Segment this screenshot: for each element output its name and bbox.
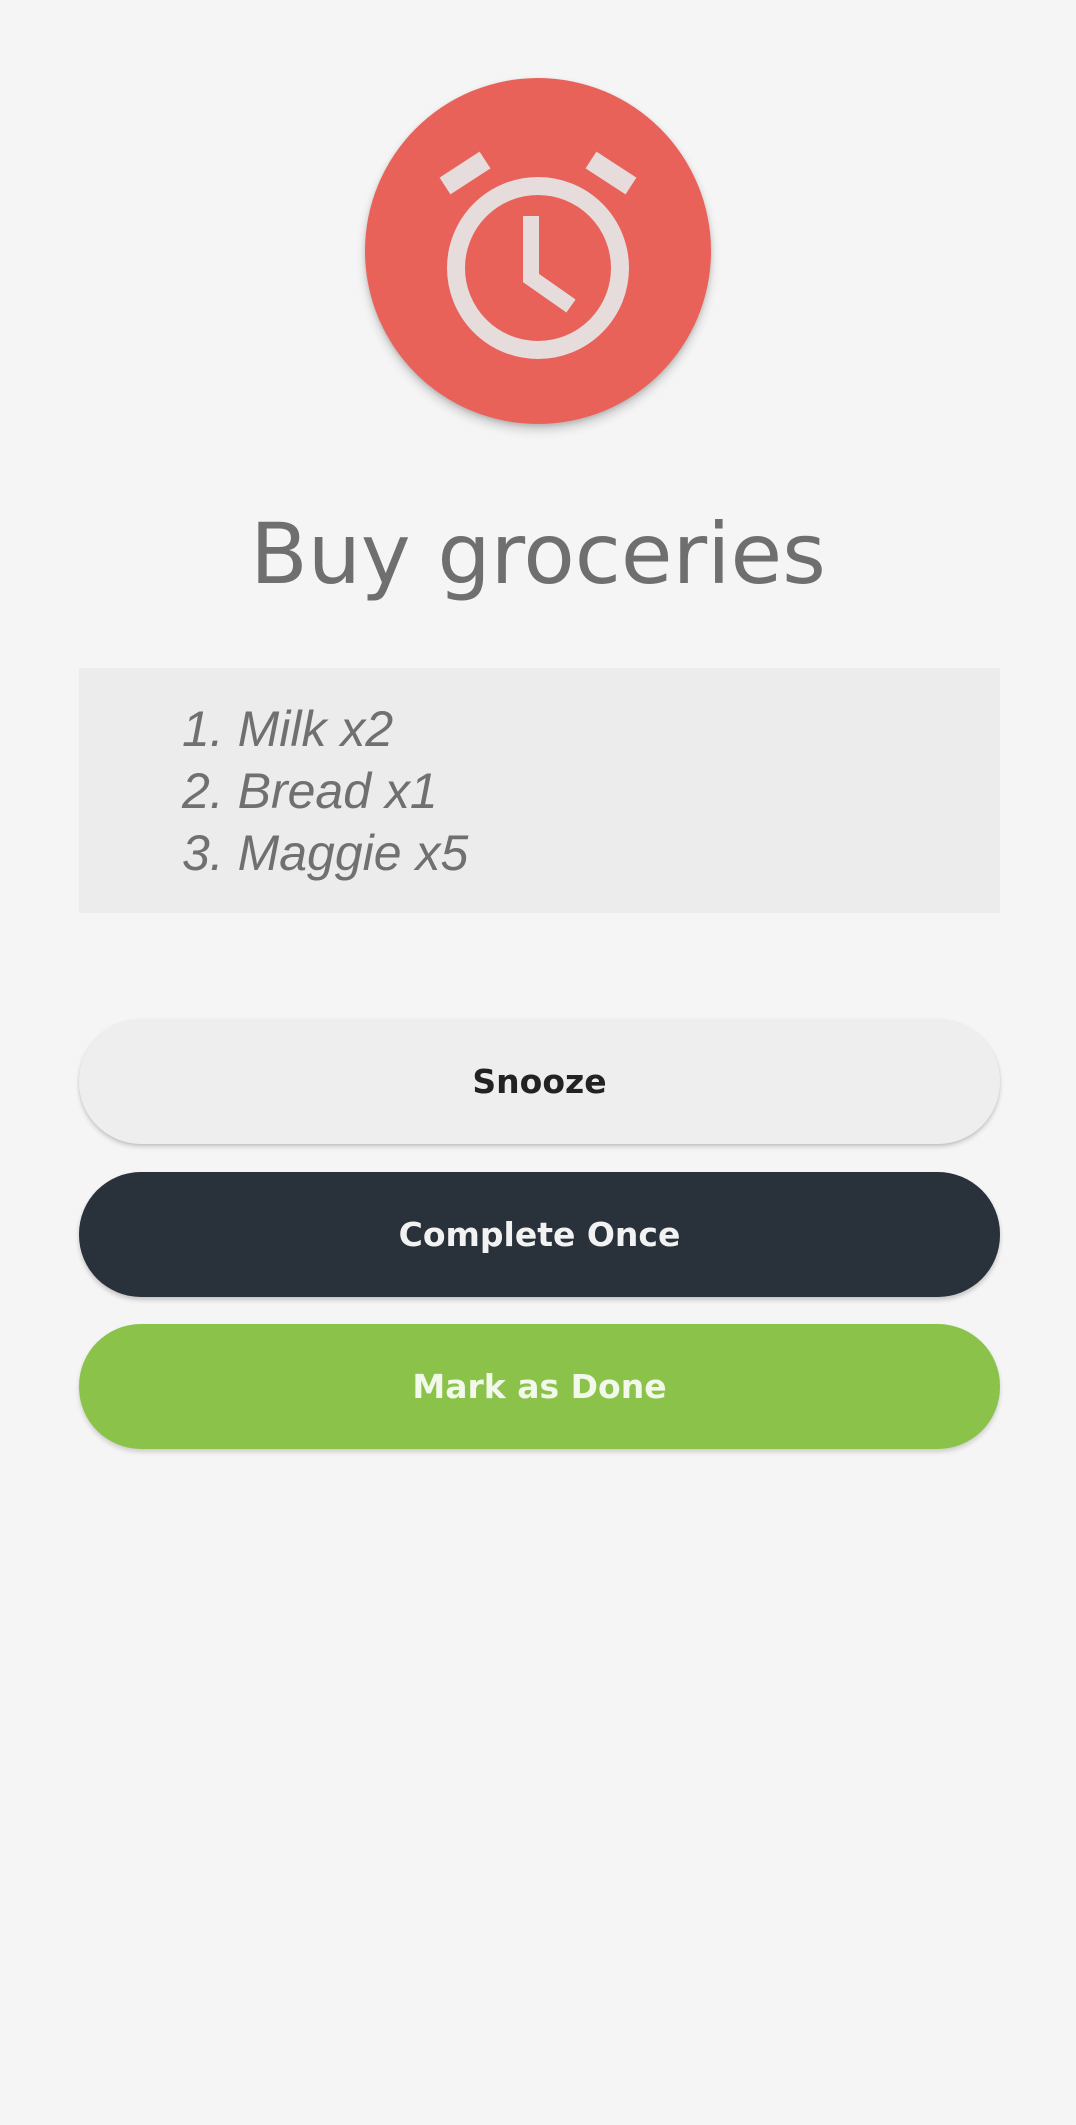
alarm-badge (365, 78, 711, 424)
notes-line: 3. Maggie x5 (182, 825, 469, 881)
snooze-button[interactable]: Snooze (79, 1019, 1000, 1144)
reminder-title: Buy groceries (250, 505, 826, 603)
notes-line: 1. Milk x2 (182, 701, 394, 757)
reminder-notes: 1. Milk x2 2. Bread x1 3. Maggie x5 (79, 668, 1000, 913)
notes-line: 2. Bread x1 (182, 763, 438, 819)
mark-as-done-button[interactable]: Mark as Done (79, 1324, 1000, 1449)
alarm-clock-icon (439, 151, 637, 359)
mark-as-done-button-label: Mark as Done (412, 1367, 667, 1406)
snooze-button-label: Snooze (472, 1062, 607, 1101)
complete-once-button-label: Complete Once (398, 1215, 681, 1254)
complete-once-button[interactable]: Complete Once (79, 1172, 1000, 1297)
